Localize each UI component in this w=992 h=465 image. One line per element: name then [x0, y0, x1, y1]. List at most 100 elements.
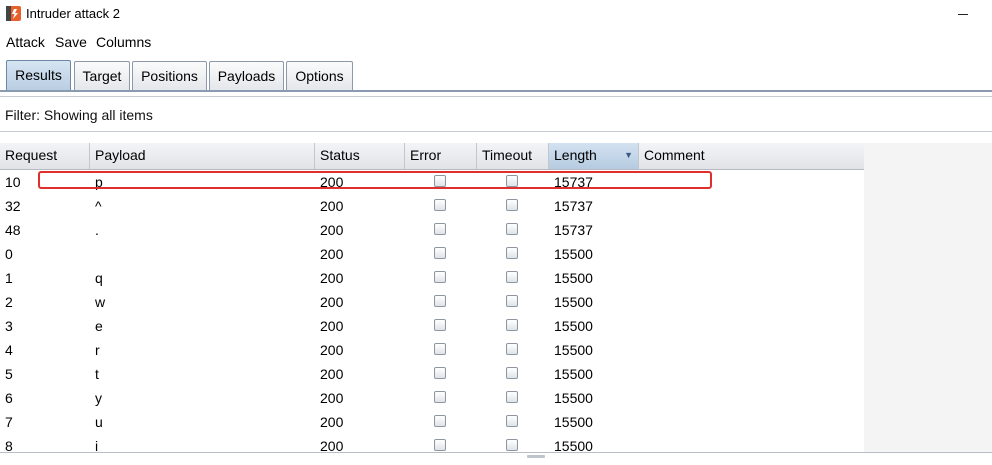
cell-status: 200 [320, 342, 344, 358]
cell-request: 5 [5, 366, 13, 382]
cell-status: 200 [320, 390, 344, 406]
column-header-payload[interactable]: Payload [90, 143, 315, 169]
tab-target[interactable]: Target [74, 61, 130, 90]
table-body: 10 p 200 15737 32 ^ 200 15737 48. 200 15737 0 200 155… [0, 170, 864, 453]
cell-length: 15500 [554, 246, 593, 262]
cell-length: 15737 [554, 222, 593, 238]
table-row[interactable]: 5 t 200 15500 [0, 362, 864, 386]
table-row[interactable]: 10 p 200 15737 [0, 170, 864, 194]
table-row[interactable]: 32 ^ 200 15737 [0, 194, 864, 218]
table-header: Request Payload Status Error Timeout Len… [0, 143, 864, 170]
cell-payload: . [95, 222, 99, 238]
tab-divider [0, 90, 992, 92]
tab-payloads[interactable]: Payloads [209, 61, 284, 90]
error-checkbox[interactable] [434, 271, 446, 283]
tab-positions[interactable]: Positions [132, 61, 207, 90]
filter-label[interactable]: Filter: Showing all items [5, 107, 153, 123]
error-checkbox[interactable] [434, 367, 446, 379]
column-header-length-label: Length [554, 147, 597, 163]
cell-payload: t [95, 366, 99, 382]
column-header-error[interactable]: Error [405, 143, 477, 169]
cell-status: 200 [320, 174, 344, 190]
window-title: Intruder attack 2 [26, 6, 120, 21]
cell-length: 15737 [554, 198, 593, 214]
cell-length: 15500 [554, 294, 593, 310]
timeout-checkbox[interactable] [506, 367, 518, 379]
error-checkbox[interactable] [434, 391, 446, 403]
table-row[interactable]: 1 q 200 15500 [0, 266, 864, 290]
cell-payload: p [95, 174, 103, 190]
bottom-divider [0, 452, 992, 453]
error-checkbox[interactable] [434, 175, 446, 187]
cell-payload: e [95, 318, 103, 334]
cell-status: 200 [320, 318, 344, 334]
splitter-handle[interactable] [527, 455, 545, 458]
column-header-status[interactable]: Status [315, 143, 405, 169]
timeout-checkbox[interactable] [506, 175, 518, 187]
error-checkbox[interactable] [434, 223, 446, 235]
timeout-checkbox[interactable] [506, 319, 518, 331]
timeout-checkbox[interactable] [506, 247, 518, 259]
table-row[interactable]: 7 u 200 15500 [0, 410, 864, 434]
cell-status: 200 [320, 294, 344, 310]
cell-payload: q [95, 270, 103, 286]
table-row[interactable]: 48. 200 15737 [0, 218, 864, 242]
sort-descending-icon: ▼ [624, 150, 633, 160]
cell-request: 48 [5, 222, 21, 238]
error-checkbox[interactable] [434, 247, 446, 259]
cell-status: 200 [320, 438, 344, 453]
table-row[interactable]: 0 200 15500 [0, 242, 864, 266]
minimize-button[interactable] [950, 2, 976, 26]
cell-request: 7 [5, 414, 13, 430]
column-header-request[interactable]: Request [0, 143, 90, 169]
cell-payload: y [95, 390, 102, 406]
timeout-checkbox[interactable] [506, 439, 518, 451]
error-checkbox[interactable] [434, 319, 446, 331]
error-checkbox[interactable] [434, 199, 446, 211]
timeout-checkbox[interactable] [506, 295, 518, 307]
table-row[interactable]: 6 y 200 15500 [0, 386, 864, 410]
error-checkbox[interactable] [434, 343, 446, 355]
menu-save[interactable]: Save [55, 34, 87, 50]
cell-payload: u [95, 414, 103, 430]
cell-request: 1 [5, 270, 13, 286]
table-row[interactable]: 4 r 200 15500 [0, 338, 864, 362]
menu-columns[interactable]: Columns [96, 34, 151, 50]
cell-status: 200 [320, 198, 344, 214]
menu-attack[interactable]: Attack [6, 34, 45, 50]
burp-app-icon [6, 6, 21, 21]
table-row[interactable]: 2 w 200 15500 [0, 290, 864, 314]
error-checkbox[interactable] [434, 295, 446, 307]
cell-length: 15500 [554, 342, 593, 358]
cell-length: 15500 [554, 270, 593, 286]
timeout-checkbox[interactable] [506, 199, 518, 211]
table-row[interactable]: 3 e 200 15500 [0, 314, 864, 338]
column-header-comment[interactable]: Comment [639, 143, 864, 169]
results-table-area: Request Payload Status Error Timeout Len… [0, 143, 992, 453]
tab-results[interactable]: Results [6, 60, 71, 91]
cell-status: 200 [320, 366, 344, 382]
tab-strip: Results Target Positions Payloads Option… [0, 56, 992, 92]
timeout-checkbox[interactable] [506, 223, 518, 235]
cell-length: 15737 [554, 174, 593, 190]
cell-request: 2 [5, 294, 13, 310]
tab-options[interactable]: Options [286, 61, 353, 90]
cell-payload: i [95, 438, 99, 453]
cell-request: 6 [5, 390, 13, 406]
column-header-length[interactable]: Length ▼ [549, 143, 639, 169]
timeout-checkbox[interactable] [506, 415, 518, 427]
error-checkbox[interactable] [434, 439, 446, 451]
error-checkbox[interactable] [434, 415, 446, 427]
menu-bar: Attack Save Columns [0, 28, 992, 56]
timeout-checkbox[interactable] [506, 271, 518, 283]
timeout-checkbox[interactable] [506, 391, 518, 403]
cell-request: 0 [5, 246, 13, 262]
cell-status: 200 [320, 414, 344, 430]
filter-bar[interactable]: Filter: Showing all items [0, 96, 992, 132]
cell-payload: w [95, 294, 106, 310]
cell-length: 15500 [554, 318, 593, 334]
column-header-timeout[interactable]: Timeout [477, 143, 549, 169]
table-row[interactable]: 8 i 200 15500 [0, 434, 864, 453]
cell-request: 32 [5, 198, 21, 214]
timeout-checkbox[interactable] [506, 343, 518, 355]
